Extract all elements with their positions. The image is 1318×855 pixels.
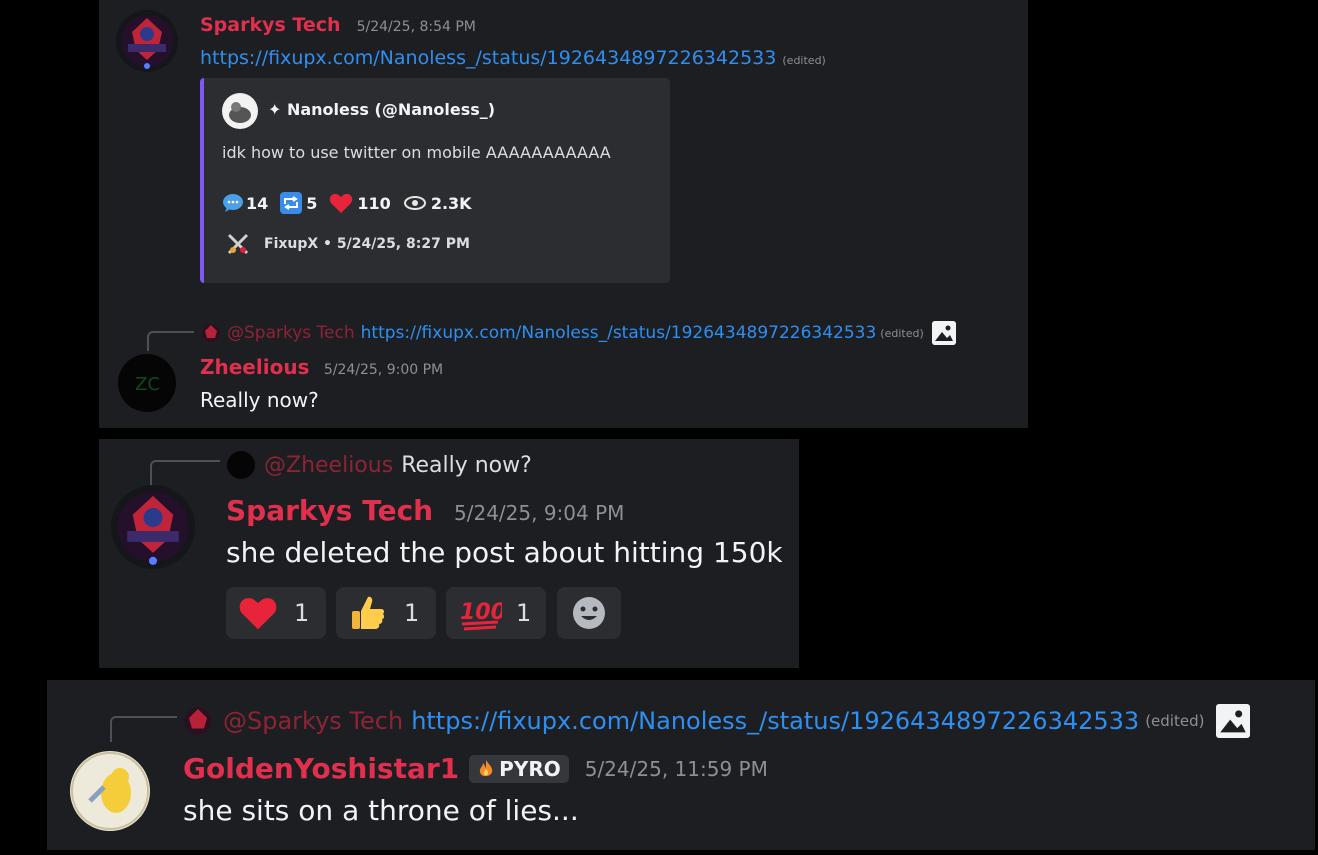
reply-author[interactable]: @Sparkys Tech bbox=[223, 707, 403, 735]
reply-connector bbox=[147, 331, 194, 351]
author-name[interactable]: Sparkys Tech bbox=[200, 14, 341, 36]
likes-count: 110 bbox=[357, 193, 391, 213]
guild-tag[interactable]: PYRO bbox=[469, 754, 569, 783]
replies-count: 14 bbox=[246, 193, 269, 213]
embed-footer: FixupX • 5/24/25, 8:27 PM bbox=[226, 232, 470, 256]
author-name[interactable]: Zheelious bbox=[200, 355, 309, 379]
reply-edited: (edited) bbox=[1145, 712, 1205, 730]
reply-connector bbox=[110, 716, 177, 742]
add-reaction-button[interactable] bbox=[557, 587, 621, 639]
fire-icon bbox=[477, 759, 495, 779]
embed-footer-text: FixupX • 5/24/25, 8:27 PM bbox=[264, 236, 470, 252]
reaction-count: 1 bbox=[516, 599, 532, 627]
timestamp: 5/24/25, 9:04 PM bbox=[454, 501, 625, 525]
author-name[interactable]: GoldenYoshistar1 bbox=[183, 752, 459, 785]
reaction-count: 1 bbox=[404, 599, 420, 627]
reply-author[interactable]: @Sparkys Tech bbox=[227, 323, 355, 343]
sparkys-tech-avatar[interactable] bbox=[111, 485, 195, 569]
retweet-icon bbox=[280, 192, 303, 214]
fixupx-logo-icon bbox=[226, 232, 250, 256]
author-name[interactable]: Sparkys Tech bbox=[226, 494, 433, 527]
eye-icon bbox=[403, 195, 427, 211]
reaction-hundred[interactable]: 100 1 bbox=[446, 587, 546, 639]
embed-author[interactable]: ✦ Nanoless (@Nanoless_) bbox=[268, 100, 495, 119]
reply-author[interactable]: @Zheelious bbox=[264, 453, 393, 478]
guild-tag-label: PYRO bbox=[499, 756, 561, 781]
edited-label: (edited) bbox=[782, 54, 826, 67]
mini-avatar-icon bbox=[201, 323, 221, 343]
message2-text: Really now? bbox=[200, 388, 319, 412]
message1-header: Sparkys Tech 5/24/25, 8:54 PM bbox=[200, 14, 476, 36]
reaction-heart[interactable]: 1 bbox=[226, 587, 326, 639]
message1-content: https://fixupx.com/Nanoless_/status/1926… bbox=[200, 47, 826, 69]
message3-text: she deleted the post about hitting 150k bbox=[226, 536, 783, 569]
heart-emoji-icon bbox=[238, 595, 278, 631]
message4-header: GoldenYoshistar1 PYRO 5/24/25, 11:59 PM bbox=[183, 752, 768, 785]
message2-header: Zheelious 5/24/25, 9:00 PM bbox=[200, 355, 443, 379]
reply-connector bbox=[150, 460, 220, 487]
heart-icon bbox=[329, 192, 353, 214]
timestamp: 5/24/25, 11:59 PM bbox=[584, 756, 768, 781]
zheelious-avatar[interactable]: ZC bbox=[118, 354, 176, 412]
sparkys-tech-avatar[interactable] bbox=[116, 10, 178, 72]
smiley-icon bbox=[572, 596, 606, 630]
reply-link[interactable]: https://fixupx.com/Nanoless_/status/1926… bbox=[361, 323, 877, 343]
message4-text: she sits on a throne of lies... bbox=[183, 794, 579, 827]
views-count: 2.3K bbox=[430, 193, 472, 213]
twitter-embed: ✦ Nanoless (@Nanoless_) idk how to use t… bbox=[200, 78, 670, 283]
speech-bubble-icon bbox=[222, 193, 244, 213]
reply-edited: (edited) bbox=[880, 326, 924, 340]
image-icon bbox=[1216, 704, 1251, 738]
reply-text: Really now? bbox=[401, 452, 532, 478]
mini-avatar-icon bbox=[226, 450, 256, 480]
message3-reply-preview[interactable]: @Zheelious Really now? bbox=[226, 450, 532, 480]
goldenyoshistar1-avatar[interactable] bbox=[70, 751, 150, 831]
message4-reply-preview[interactable]: @Sparkys Tech https://fixupx.com/Nanoles… bbox=[183, 704, 1251, 738]
embed-text: idk how to use twitter on mobile AAAAAAA… bbox=[222, 143, 611, 162]
hundred-points-emoji-icon: 100 bbox=[458, 593, 506, 633]
timestamp: 5/24/25, 8:54 PM bbox=[356, 19, 476, 35]
reaction-count: 1 bbox=[294, 599, 310, 627]
fixupx-link[interactable]: https://fixupx.com/Nanoless_/status/1926… bbox=[200, 47, 776, 69]
message2-reply-preview[interactable]: @Sparkys Tech https://fixupx.com/Nanoles… bbox=[201, 321, 956, 345]
reaction-thumbs-up[interactable]: 1 bbox=[336, 587, 436, 639]
svg-text:ZC: ZC bbox=[135, 374, 160, 395]
nanoless-avatar[interactable] bbox=[222, 93, 258, 129]
thumbs-up-emoji-icon bbox=[348, 593, 388, 633]
message3-header: Sparkys Tech 5/24/25, 9:04 PM bbox=[226, 494, 624, 527]
timestamp: 5/24/25, 9:00 PM bbox=[323, 362, 444, 378]
mini-avatar-icon bbox=[183, 706, 213, 736]
retweets-count: 5 bbox=[306, 193, 318, 213]
reply-link[interactable]: https://fixupx.com/Nanoless_/status/1926… bbox=[411, 707, 1139, 735]
embed-stats: 14 5 110 2.3K bbox=[222, 192, 472, 214]
image-icon bbox=[931, 321, 956, 345]
